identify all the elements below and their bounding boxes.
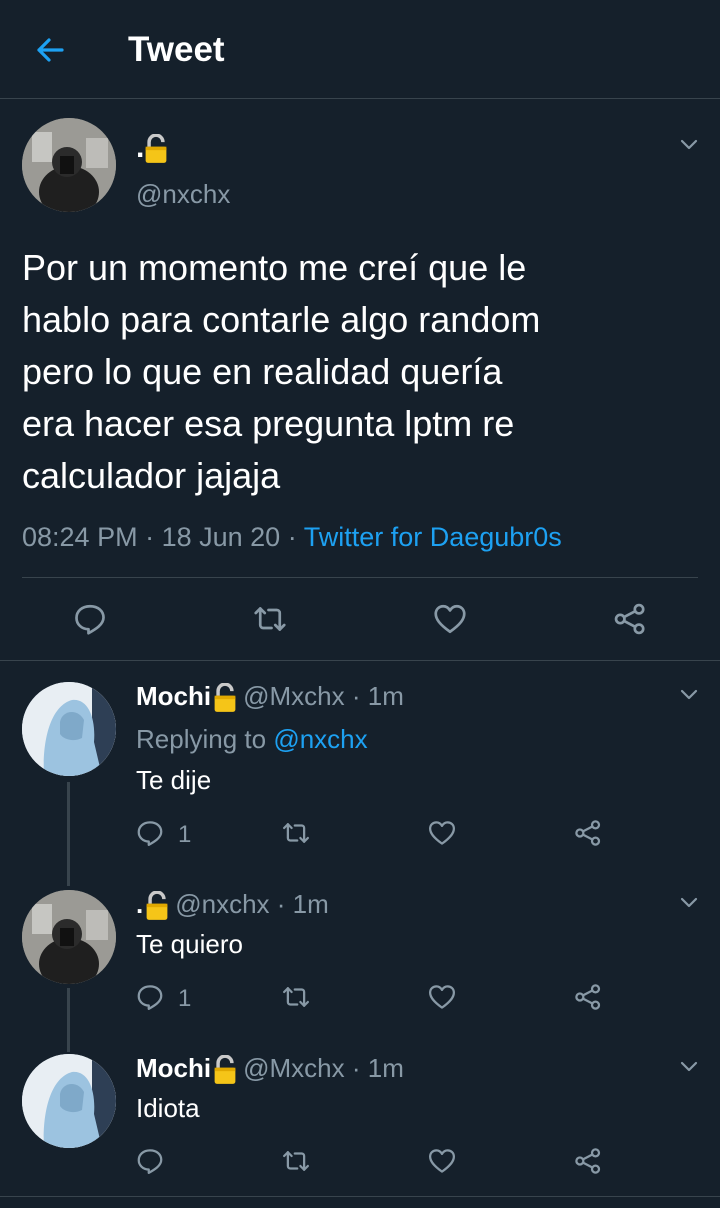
retweet-icon[interactable]: [281, 818, 311, 848]
like-icon[interactable]: [427, 818, 457, 848]
reply-header: Mochi @Mxchx · 1m: [136, 680, 404, 713]
tweet-text: Por un momento me creí que le hablo para…: [22, 242, 702, 502]
back-arrow-icon[interactable]: [30, 30, 70, 70]
avatar[interactable]: [22, 1054, 116, 1148]
display-name-text: .: [136, 131, 145, 164]
thread-line: [67, 988, 70, 1052]
tweet-source-link[interactable]: Twitter for Daegubr0s: [304, 522, 562, 552]
like-icon[interactable]: [432, 601, 468, 637]
reply-text: Te quiero: [136, 929, 243, 959]
tweet-text-line: hablo para contarle algo random: [22, 299, 541, 340]
chevron-down-icon[interactable]: [677, 682, 701, 706]
like-icon[interactable]: [427, 1146, 457, 1176]
separator: ·: [280, 522, 304, 552]
reply-icon[interactable]: [135, 982, 165, 1012]
reply-header: . @nxchx · 1m: [136, 888, 329, 921]
divider: [22, 577, 698, 578]
retweet-icon[interactable]: [281, 1146, 311, 1176]
tweet-text-line: Por un momento me creí que le: [22, 247, 527, 288]
reply-handle[interactable]: @Mxchx: [243, 681, 345, 711]
chevron-down-icon[interactable]: [677, 1054, 701, 1078]
reply-time: · 1m: [276, 889, 329, 919]
reply-icon[interactable]: [135, 1146, 165, 1176]
tweet-text-line: pero lo que en realidad quería: [22, 351, 503, 392]
chevron-down-icon[interactable]: [677, 890, 701, 914]
divider: [0, 1196, 720, 1197]
tweet-meta: 08:24 PM · 18 Jun 20 · Twitter for Daegu…: [22, 520, 562, 554]
share-icon[interactable]: [573, 1146, 603, 1176]
retweet-icon[interactable]: [281, 982, 311, 1012]
replying-to-label: Replying to: [136, 724, 274, 754]
reply-display-name[interactable]: Mochi: [136, 1053, 211, 1083]
reply-handle[interactable]: @Mxchx: [243, 1053, 345, 1083]
share-icon[interactable]: [573, 982, 603, 1012]
tweet-date: 18 Jun 20: [161, 522, 281, 552]
like-icon[interactable]: [427, 982, 457, 1012]
reply-time: · 1m: [351, 1053, 404, 1083]
tweet-text-line: era hacer esa pregunta lptm re: [22, 403, 515, 444]
reply-icon[interactable]: [72, 601, 108, 637]
reply-header: Mochi @Mxchx · 1m: [136, 1052, 404, 1085]
avatar[interactable]: [22, 890, 116, 984]
retweet-icon[interactable]: [252, 601, 288, 637]
display-name[interactable]: .: [136, 130, 168, 166]
handle[interactable]: @nxchx: [136, 178, 230, 210]
tweet-time: 08:24 PM: [22, 522, 138, 552]
chevron-down-icon[interactable]: [677, 132, 701, 156]
lock-icon: [213, 683, 237, 713]
replying-to: Replying to @nxchx: [136, 723, 368, 755]
reply-count: 1: [178, 821, 192, 848]
avatar[interactable]: [22, 118, 116, 212]
separator: ·: [137, 522, 162, 552]
thread-line: [67, 782, 70, 886]
reply-display-name[interactable]: Mochi: [136, 681, 211, 711]
share-icon[interactable]: [612, 601, 648, 637]
reply-count: 1: [178, 985, 192, 1012]
lock-icon: [144, 134, 168, 164]
reply-text: Te dije: [136, 765, 212, 795]
reply-icon[interactable]: [135, 818, 165, 848]
reply-text: Idiota: [136, 1093, 200, 1123]
tweet-text-line: calculador jajaja: [22, 455, 281, 496]
lock-icon: [213, 1055, 237, 1085]
reply-handle[interactable]: @nxchx: [175, 889, 269, 919]
avatar[interactable]: [22, 682, 116, 776]
share-icon[interactable]: [573, 818, 603, 848]
page-title: Tweet: [128, 30, 225, 69]
top-bar: Tweet: [0, 0, 720, 99]
reply-time: · 1m: [351, 681, 404, 711]
reply-display-name[interactable]: .: [136, 889, 143, 919]
divider: [0, 660, 720, 661]
replying-to-handle[interactable]: @nxchx: [273, 724, 367, 754]
lock-icon: [145, 891, 169, 921]
